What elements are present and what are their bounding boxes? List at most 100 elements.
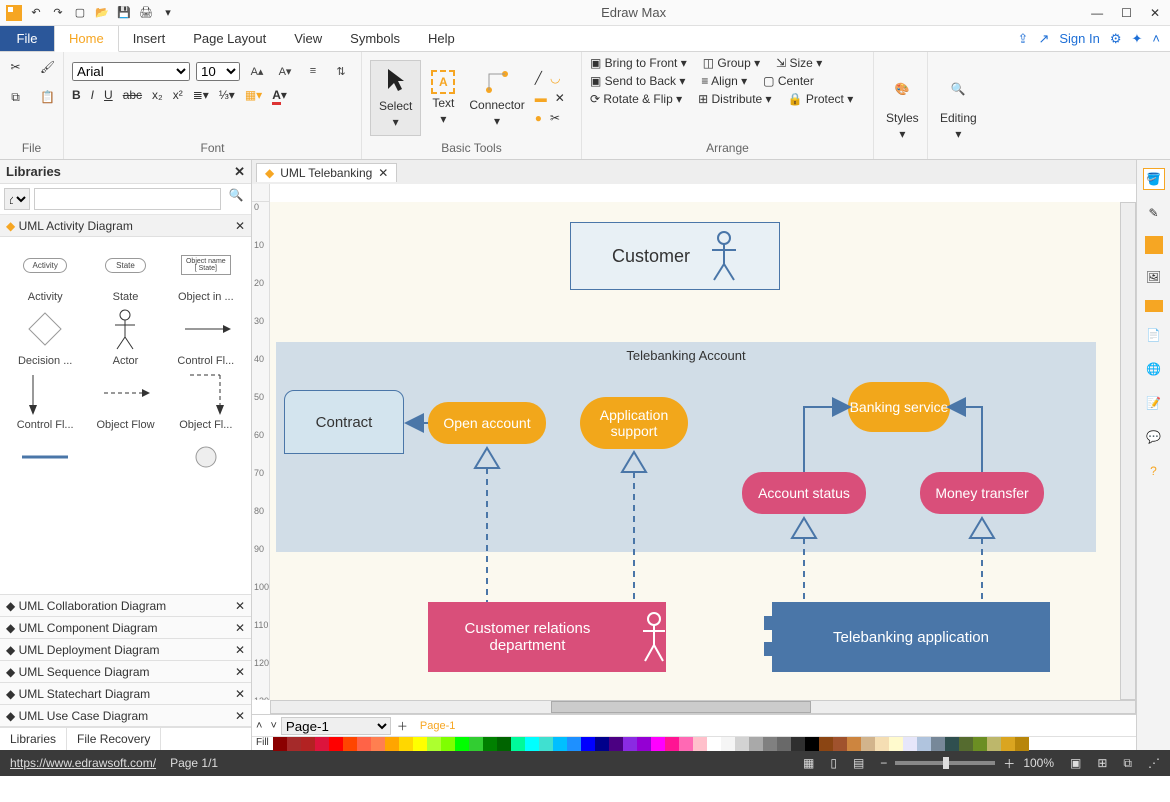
color-swatch[interactable]	[945, 737, 959, 751]
page-up-icon[interactable]: ˄	[252, 720, 266, 732]
color-swatch[interactable]	[511, 737, 525, 751]
color-swatch[interactable]	[623, 737, 637, 751]
color-swatch[interactable]	[861, 737, 875, 751]
view-mode-1-icon[interactable]: ▦	[803, 756, 814, 770]
color-swatch[interactable]	[707, 737, 721, 751]
tab-symbols[interactable]: Symbols	[336, 26, 414, 51]
connector-tool-icon[interactable]	[483, 68, 511, 96]
color-swatch[interactable]	[805, 737, 819, 751]
color-swatch[interactable]	[679, 737, 693, 751]
color-swatch[interactable]	[287, 737, 301, 751]
lib-collab[interactable]: ◆ UML Collaboration Diagram✕	[0, 595, 251, 617]
connector-tool[interactable]: Connector	[469, 98, 524, 112]
settings-icon[interactable]: ⚙	[1110, 31, 1122, 47]
numbering-icon[interactable]: ⅓▾	[219, 88, 235, 102]
shape-initial[interactable]	[167, 435, 245, 483]
format-painter-icon[interactable]: 🖌	[37, 56, 59, 78]
globe-tool-icon[interactable]: 🌐	[1143, 358, 1165, 380]
shape-money-transfer[interactable]: Money transfer	[920, 472, 1044, 514]
lib-sequence[interactable]: ◆ UML Sequence Diagram✕	[0, 661, 251, 683]
color-swatch[interactable]	[665, 737, 679, 751]
save-icon[interactable]: 💾	[116, 5, 132, 21]
zoom-value[interactable]: 100%	[1023, 756, 1054, 770]
crop-tool-icon[interactable]: ✂	[550, 111, 560, 125]
color-swatch[interactable]	[833, 737, 847, 751]
protect-button[interactable]: 🔒 Protect ▾	[788, 92, 854, 106]
paste-icon[interactable]: 📋	[37, 86, 59, 108]
ellipse-tool-icon[interactable]: ●	[535, 111, 542, 125]
color-swatch[interactable]	[567, 737, 581, 751]
undo-icon[interactable]: ↶	[28, 5, 44, 21]
scrollbar-horizontal[interactable]	[270, 700, 1136, 714]
underline-button[interactable]: U	[104, 88, 113, 102]
doc-tab-active[interactable]: ◆ UML Telebanking ✕	[256, 163, 397, 182]
bold-button[interactable]: B	[72, 88, 81, 102]
styles-button[interactable]: Styles	[886, 111, 919, 125]
color-swatch[interactable]	[385, 737, 399, 751]
shape-object-flow-2[interactable]: Object Fl...	[167, 371, 245, 431]
shape-crd[interactable]: Customer relations department	[428, 602, 666, 672]
new-doc-icon[interactable]: ▢	[72, 5, 88, 21]
color-swatch[interactable]	[917, 737, 931, 751]
color-swatch[interactable]	[455, 737, 469, 751]
doc-tab-close-icon[interactable]: ✕	[378, 166, 388, 180]
zoom-slider[interactable]	[895, 761, 995, 765]
fill-tool-icon[interactable]: 🪣	[1143, 168, 1165, 190]
tab-view[interactable]: View	[280, 26, 336, 51]
status-url[interactable]: https://www.edrawsoft.com/	[10, 756, 156, 770]
libraries-close-icon[interactable]: ✕	[234, 164, 245, 180]
color-swatch[interactable]	[329, 737, 343, 751]
shape-tool-icon[interactable]	[1145, 236, 1163, 254]
select-tool-icon[interactable]	[384, 67, 408, 97]
qat-more-icon[interactable]: ▾	[160, 5, 176, 21]
bullets-icon[interactable]: ≣▾	[193, 88, 209, 102]
minimize-button[interactable]: —	[1091, 6, 1103, 20]
color-swatch[interactable]	[427, 737, 441, 751]
color-swatch[interactable]	[315, 737, 329, 751]
color-swatch[interactable]	[413, 737, 427, 751]
color-swatch[interactable]	[371, 737, 385, 751]
image-tool-icon[interactable]: 🖼	[1143, 266, 1165, 288]
status-icon-3[interactable]: ⧉	[1123, 756, 1132, 771]
color-swatch[interactable]	[959, 737, 973, 751]
cut-icon[interactable]: ✂	[5, 56, 27, 78]
grow-font-icon[interactable]: A▴	[246, 60, 268, 82]
shape-control-flow-2[interactable]: Control Fl...	[6, 371, 84, 431]
shape-object[interactable]: Object name [ State]Object in ...	[167, 243, 245, 303]
lib-component[interactable]: ◆ UML Component Diagram✕	[0, 617, 251, 639]
lib-footer-recovery[interactable]: File Recovery	[67, 728, 161, 750]
subscript-button[interactable]: x₂	[152, 88, 163, 102]
color-swatch[interactable]	[273, 737, 287, 751]
shape-state[interactable]: StateState	[86, 243, 164, 303]
send-back-button[interactable]: ▣ Send to Back ▾	[590, 74, 685, 88]
select-tool[interactable]: Select	[379, 99, 412, 113]
zoom-out-icon[interactable]: −	[880, 756, 887, 770]
page-down-icon[interactable]: ˅	[266, 720, 280, 732]
rect-tool-icon[interactable]: ▬	[535, 91, 547, 105]
shape-hline[interactable]	[6, 435, 84, 483]
color-swatch[interactable]	[987, 737, 1001, 751]
color-swatch[interactable]	[497, 737, 511, 751]
color-swatch[interactable]	[553, 737, 567, 751]
color-swatch[interactable]	[973, 737, 987, 751]
layer-tool-icon[interactable]	[1145, 300, 1163, 312]
align-left-icon[interactable]: ≡	[302, 60, 324, 82]
redo-icon[interactable]: ↷	[50, 5, 66, 21]
color-swatch[interactable]	[399, 737, 413, 751]
color-swatches[interactable]: Fill	[252, 736, 1136, 750]
color-swatch[interactable]	[749, 737, 763, 751]
copy-icon[interactable]: ⧉	[5, 86, 27, 108]
strike-button[interactable]: abc	[123, 88, 142, 102]
shape-customer[interactable]: Customer	[570, 222, 780, 290]
lib-footer-libraries[interactable]: Libraries	[0, 728, 67, 750]
status-icon-1[interactable]: ▣	[1070, 756, 1081, 770]
lib-statechart[interactable]: ◆ UML Statechart Diagram✕	[0, 683, 251, 705]
color-swatch[interactable]	[1015, 737, 1029, 751]
tab-insert[interactable]: Insert	[119, 26, 180, 51]
print-icon[interactable]: 🖨	[138, 5, 154, 21]
color-swatch[interactable]	[721, 737, 735, 751]
share-icon[interactable]: ↗	[1038, 31, 1049, 47]
color-swatch[interactable]	[875, 737, 889, 751]
comment-tool-icon[interactable]: 💬	[1143, 426, 1165, 448]
add-page-icon[interactable]: ＋	[391, 718, 414, 734]
